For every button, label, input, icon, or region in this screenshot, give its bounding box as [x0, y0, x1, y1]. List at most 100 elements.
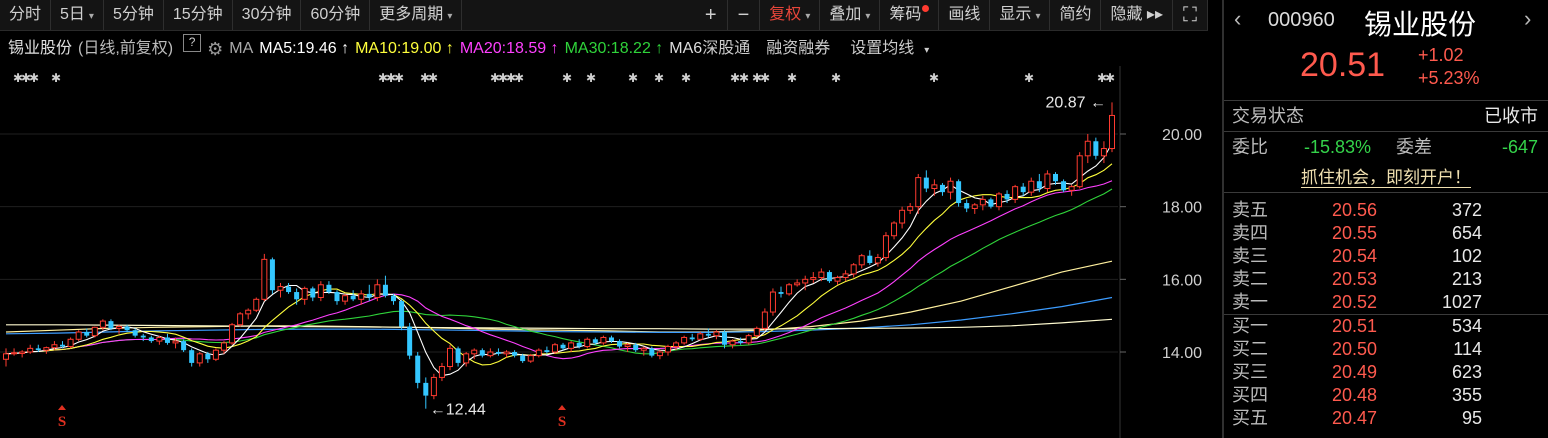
candle-body: [366, 293, 372, 298]
level-volume: 213: [1451, 269, 1482, 289]
period-button-0[interactable]: 分时: [0, 0, 52, 30]
tool-button-label: 隐藏 ▸▸: [1110, 6, 1163, 23]
stock-name: 锡业股份: [8, 40, 73, 57]
notification-dot: [922, 5, 930, 12]
y-tick-label: 20.00: [1162, 127, 1202, 144]
ma20-value: MA20:18.59 ↑: [459, 40, 559, 57]
level-price: 20.47: [1332, 408, 1378, 428]
link-rzrq[interactable]: 融资融券: [766, 34, 830, 64]
status-row: 交易状态 已收市: [1224, 100, 1548, 131]
chevron-right-icon[interactable]: ›: [1524, 6, 1531, 32]
candle-body: [778, 292, 784, 294]
tool-button-7[interactable]: 简约: [1050, 0, 1102, 30]
tool-button-3[interactable]: 叠加 ▾: [820, 0, 881, 30]
event-marker: ✱: [831, 71, 841, 85]
candle-body: [1061, 181, 1067, 191]
candle-body: [189, 350, 195, 363]
wb-label: 委比: [1232, 137, 1268, 157]
level-volume: 355: [1451, 385, 1482, 405]
divider: [1224, 192, 1548, 199]
level-label: 买二: [1232, 339, 1268, 359]
bid-book: 买一 20.51 534 买二 20.50 114 买三 20.49 623 买四 20.48 355…: [1224, 315, 1548, 430]
candle-body: [391, 295, 397, 302]
candle-body: [931, 184, 938, 190]
tool-button-8[interactable]: 隐藏 ▸▸: [1101, 0, 1173, 30]
candle-body: [261, 258, 268, 300]
tool-button-4[interactable]: 筹码: [880, 0, 940, 30]
event-marker: ✱: [51, 71, 61, 85]
candle-body: [995, 193, 1002, 208]
candle-body: [301, 287, 308, 300]
tool-button-9[interactable]: ⛶: [1173, 0, 1208, 30]
event-marker: ✱: [428, 71, 438, 85]
help-button[interactable]: ?: [183, 34, 202, 52]
candle-body: [342, 295, 349, 302]
candle-body: [1028, 180, 1035, 193]
link-sgt[interactable]: 深股通: [702, 34, 750, 64]
level-price: 20.56: [1332, 200, 1378, 220]
period-button-5[interactable]: 60分钟: [301, 0, 371, 30]
event-marker: ✱: [1105, 71, 1115, 85]
tool-button-label: 简约: [1059, 6, 1092, 23]
period-button-1[interactable]: 5日 ▾: [51, 0, 104, 30]
level-volume: 623: [1451, 362, 1482, 382]
candle-body: [915, 177, 922, 208]
candle-body: [1108, 114, 1116, 150]
candle-body: [600, 336, 607, 344]
candle-body: [423, 382, 429, 396]
candle-body: [592, 339, 598, 343]
candle-body: [19, 351, 26, 354]
level-price: 20.52: [1332, 292, 1378, 312]
y-tick-label: 14.00: [1162, 345, 1202, 362]
price-change: +1.02: [1418, 45, 1464, 65]
gear-icon[interactable]: ⚙: [207, 34, 223, 64]
promo-link[interactable]: 抓住机会，即刻开户！: [1301, 168, 1471, 188]
candle-body: [713, 331, 720, 337]
period-toolbar: 分时 5日 ▾ 5分钟 15分钟 30分钟 60分钟 更多周期 ▾ + − 复权 ▾ 叠加 ▾ 筹码 画线 显示 ▾…: [0, 0, 1208, 31]
status-value: 已收市: [1484, 106, 1538, 126]
event-marker: ✱: [787, 71, 797, 85]
candle-body: [1076, 155, 1083, 188]
period-button-2[interactable]: 5分钟: [104, 0, 164, 30]
candle-body: [964, 203, 970, 209]
candle-body: [745, 335, 752, 344]
candle-body: [673, 342, 680, 348]
candle-body: [867, 255, 873, 263]
tool-button-0[interactable]: +: [695, 0, 728, 30]
set-ma-link[interactable]: 设置均线 ▾: [850, 34, 935, 64]
candle-body: [156, 336, 163, 342]
candle-body: [608, 337, 614, 342]
candle-body: [277, 286, 284, 291]
level-price: 20.49: [1332, 362, 1378, 382]
tool-button-5[interactable]: 画线: [939, 0, 991, 30]
tool-button-2[interactable]: 复权 ▾: [760, 0, 821, 30]
candle-body: [649, 348, 655, 356]
price-change-pct: +5.23%: [1418, 68, 1480, 88]
period-button-3[interactable]: 15分钟: [164, 0, 233, 30]
candle-body: [988, 199, 994, 207]
tool-button-label: −: [737, 4, 750, 26]
chevron-left-icon[interactable]: ‹: [1234, 6, 1241, 32]
period-button-4[interactable]: 30分钟: [233, 0, 302, 30]
level-volume: 654: [1451, 223, 1482, 243]
candle-body: [358, 293, 365, 300]
candle-body: [75, 331, 82, 340]
level-price: 20.50: [1332, 339, 1378, 359]
quote-header: ‹ 000960 锡业股份 ›: [1224, 0, 1548, 40]
candle-body: [640, 347, 647, 351]
tool-button-1[interactable]: −: [728, 0, 761, 30]
candle-body: [148, 337, 154, 342]
event-marker: ✱: [739, 71, 749, 85]
candle-body: [834, 277, 841, 282]
tool-button-6[interactable]: 显示 ▾: [990, 0, 1051, 30]
period-button-label: 分时: [9, 6, 42, 23]
period-button-6[interactable]: 更多周期 ▾: [370, 0, 463, 30]
candle-body: [802, 278, 809, 284]
kline-chart[interactable]: 14.00 16.00 18.00 20.00 20.87 ← ←12.44 S S ✱ ✱ ✱ ✱ ✱…: [0, 66, 1208, 438]
candle-body: [326, 284, 332, 293]
signal-arrow: [558, 405, 566, 410]
period-button-label: 5分钟: [112, 6, 154, 23]
candle-body: [818, 271, 825, 279]
candle-body: [907, 206, 914, 211]
order-book-row: 卖四 20.55 654: [1224, 222, 1548, 245]
